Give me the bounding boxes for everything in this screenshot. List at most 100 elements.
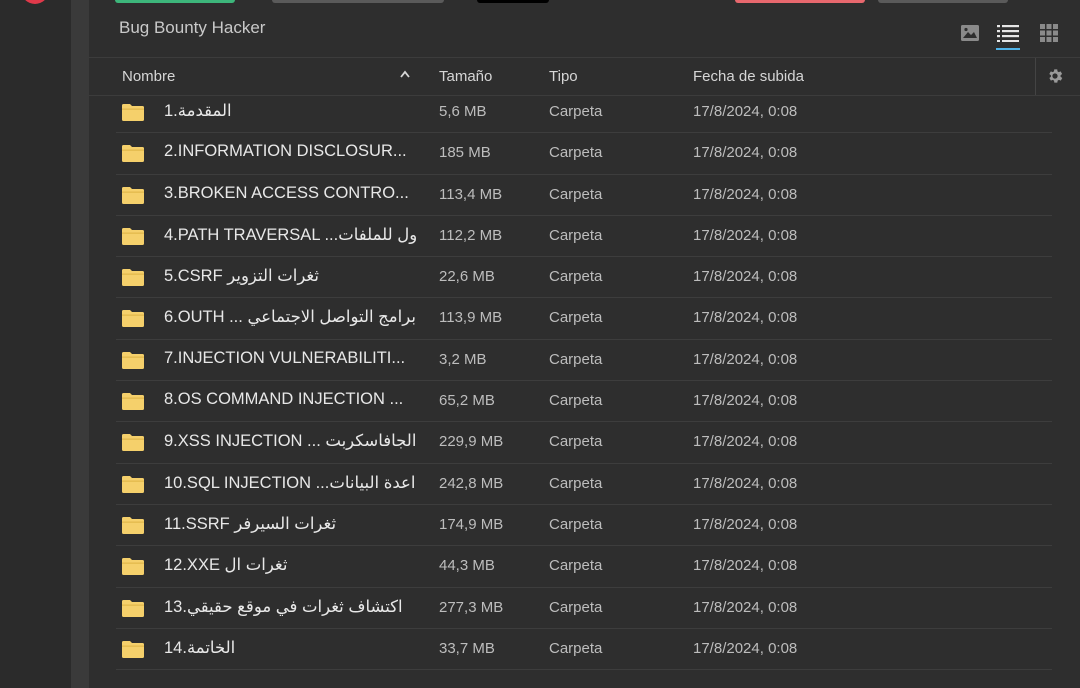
file-name[interactable]: 11.SSRF ثغرات السيرفر [164, 514, 422, 534]
upload-button[interactable] [115, 0, 235, 3]
file-name[interactable]: 13.اكتشاف ثغرات في موقع حقيقي [164, 597, 422, 617]
upload-date: 17/8/2024, 0:08 [693, 144, 798, 162]
column-header-size[interactable]: Tamaño [439, 68, 492, 85]
file-size: 33,7 MB [439, 639, 495, 657]
table-row[interactable]: 1.المقدمة 5,6 MB Carpeta 17/8/2024, 0:08 [116, 92, 1052, 134]
table-row[interactable]: 5.CSRF ثغرات التزوير 22,6 MB Carpeta 17/… [116, 257, 1052, 299]
image-view-button[interactable] [957, 20, 983, 46]
file-name[interactable]: 2.INFORMATION DISCLOSUR... [164, 142, 422, 161]
grid-icon [1040, 24, 1058, 42]
file-type: Carpeta [549, 639, 603, 657]
sidebar-divider [71, 0, 89, 688]
file-type: Carpeta [549, 309, 603, 327]
upload-date: 17/8/2024, 0:08 [693, 268, 798, 286]
list-icon [997, 25, 1019, 42]
app-sidebar [0, 0, 71, 688]
table-row[interactable]: 13.اكتشاف ثغرات في موقع حقيقي 277,3 MB C… [116, 588, 1052, 629]
file-size: 113,4 MB [439, 185, 503, 203]
toolbar-button-dark[interactable] [477, 0, 549, 3]
file-size: 22,6 MB [439, 268, 495, 286]
file-size: 3,2 MB [439, 350, 487, 368]
table-row[interactable]: 14.الخاتمة 33,7 MB Carpeta 17/8/2024, 0:… [116, 629, 1052, 671]
file-type: Carpeta [549, 350, 603, 368]
folder-icon [122, 268, 144, 291]
table-row[interactable]: 8.OS COMMAND INJECTION ... 65,2 MB Carpe… [116, 381, 1052, 423]
folder-icon [122, 516, 144, 539]
file-size: 174,9 MB [439, 515, 504, 533]
file-name[interactable]: 12.XXE ثغرات ال [164, 555, 422, 575]
upload-date: 17/8/2024, 0:08 [693, 557, 798, 575]
column-header-date[interactable]: Fecha de subida [693, 68, 804, 85]
table-row[interactable]: 7.INJECTION VULNERABILITI... 3,2 MB Carp… [116, 340, 1052, 382]
file-size: 5,6 MB [439, 103, 487, 120]
gear-icon [1049, 69, 1063, 83]
file-name[interactable]: 9.XSS INJECTION ... الجافاسكربت [164, 431, 422, 451]
file-name[interactable]: 6.OUTH ... برامج التواصل الاجتماعي [164, 307, 422, 327]
delete-button[interactable] [735, 0, 865, 3]
file-type: Carpeta [549, 515, 603, 533]
folder-icon [122, 103, 144, 126]
upload-date: 17/8/2024, 0:08 [693, 515, 798, 533]
folder-icon [122, 599, 144, 622]
notification-badge[interactable] [21, 0, 49, 4]
toolbar-button[interactable] [272, 0, 444, 3]
folder-icon [122, 392, 144, 415]
grid-view-button[interactable] [1036, 20, 1062, 46]
file-type: Carpeta [549, 433, 603, 451]
file-name[interactable]: 8.OS COMMAND INJECTION ... [164, 390, 422, 409]
upload-date: 17/8/2024, 0:08 [693, 309, 798, 327]
file-name[interactable]: 3.BROKEN ACCESS CONTRO... [164, 184, 422, 203]
file-name[interactable]: 5.CSRF ثغرات التزوير [164, 266, 422, 286]
folder-icon [122, 351, 144, 374]
settings-button[interactable] [1046, 67, 1064, 90]
upload-date: 17/8/2024, 0:08 [693, 226, 798, 244]
upload-date: 17/8/2024, 0:08 [693, 474, 798, 492]
column-header-type[interactable]: Tipo [549, 68, 578, 85]
file-size: 44,3 MB [439, 557, 495, 575]
upload-date: 17/8/2024, 0:08 [693, 433, 798, 451]
upload-date: 17/8/2024, 0:08 [693, 639, 798, 657]
table-row[interactable]: 9.XSS INJECTION ... الجافاسكربت 229,9 MB… [116, 422, 1052, 464]
file-browser-panel: Bug Bounty Hacker Nombre Tamaño Tipo Fec… [89, 0, 1080, 688]
header-divider [1035, 58, 1036, 95]
table-row[interactable]: 3.BROKEN ACCESS CONTRO... 113,4 MB Carpe… [116, 175, 1052, 216]
sort-ascending-icon[interactable] [399, 66, 411, 83]
table-header: Nombre Tamaño Tipo Fecha de subida [89, 57, 1080, 96]
file-name[interactable]: 4.PATH TRAVERSAL ...ول للملفات [164, 225, 422, 245]
file-size: 112,2 MB [439, 226, 503, 244]
file-size: 242,8 MB [439, 474, 504, 492]
file-name[interactable]: 14.الخاتمة [164, 638, 422, 658]
file-type: Carpeta [549, 474, 603, 492]
list-view-button[interactable] [995, 20, 1021, 50]
table-row[interactable]: 6.OUTH ... برامج التواصل الاجتماعي 113,9… [116, 298, 1052, 340]
file-type: Carpeta [549, 392, 603, 410]
folder-icon [122, 475, 144, 498]
file-type: Carpeta [549, 226, 603, 244]
file-name[interactable]: 10.SQL INJECTION ...اعدة البيانات [164, 473, 422, 493]
upload-date: 17/8/2024, 0:08 [693, 103, 798, 120]
file-name[interactable]: 7.INJECTION VULNERABILITI... [164, 349, 422, 368]
folder-icon [122, 309, 144, 332]
table-row[interactable]: 12.XXE ثغرات ال 44,3 MB Carpeta 17/8/202… [116, 546, 1052, 588]
toolbar-button-secondary[interactable] [878, 0, 1008, 3]
column-header-name[interactable]: Nombre [122, 68, 175, 85]
file-size: 65,2 MB [439, 392, 495, 410]
file-type: Carpeta [549, 103, 603, 120]
file-name[interactable]: 1.المقدمة [164, 101, 422, 121]
file-size: 229,9 MB [439, 433, 504, 451]
file-size: 113,9 MB [439, 309, 503, 327]
file-type: Carpeta [549, 598, 603, 616]
table-row[interactable]: 11.SSRF ثغرات السيرفر 174,9 MB Carpeta 1… [116, 505, 1052, 547]
folder-icon [122, 227, 144, 250]
image-icon [961, 25, 979, 41]
upload-date: 17/8/2024, 0:08 [693, 392, 798, 410]
table-row[interactable]: 2.INFORMATION DISCLOSUR... 185 MB Carpet… [116, 133, 1052, 175]
file-type: Carpeta [549, 185, 603, 203]
table-row[interactable]: 4.PATH TRAVERSAL ...ول للملفات 112,2 MB … [116, 216, 1052, 258]
page-title: Bug Bounty Hacker [119, 18, 266, 37]
folder-icon [122, 557, 144, 580]
file-size: 185 MB [439, 144, 491, 162]
upload-date: 17/8/2024, 0:08 [693, 598, 798, 616]
file-type: Carpeta [549, 144, 603, 162]
table-row[interactable]: 10.SQL INJECTION ...اعدة البيانات 242,8 … [116, 464, 1052, 505]
